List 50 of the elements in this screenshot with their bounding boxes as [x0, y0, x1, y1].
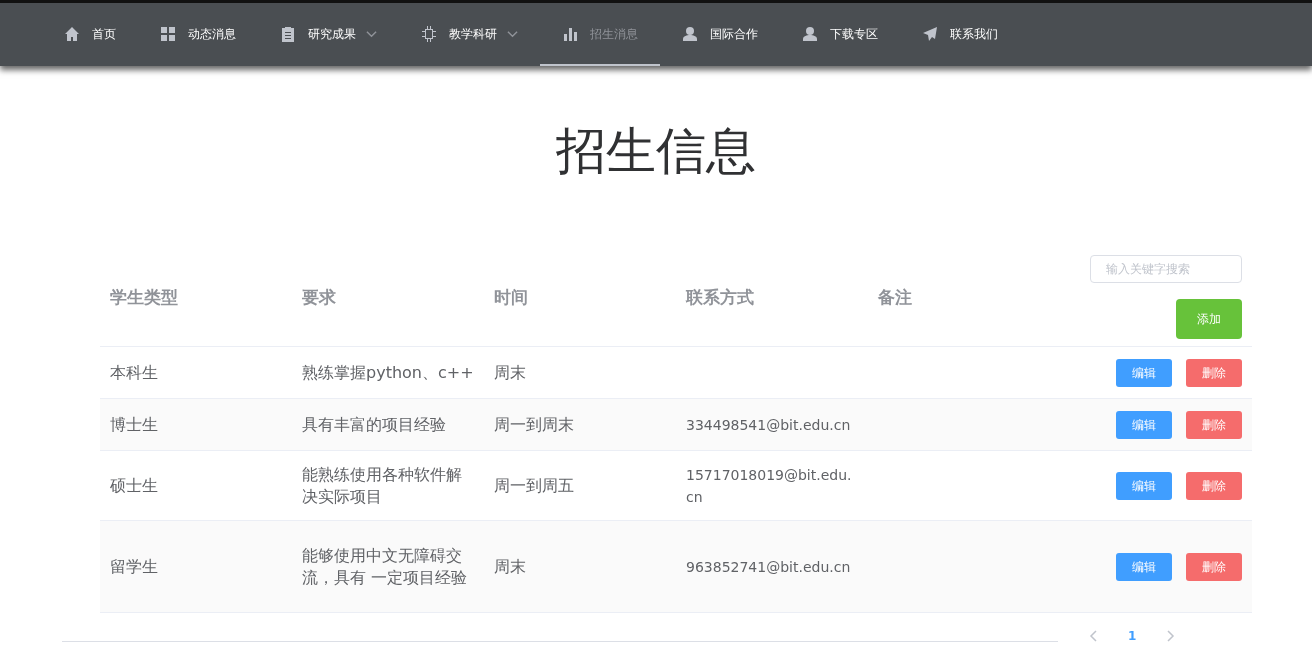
nav-item[interactable]: 教学科研: [399, 3, 540, 66]
edit-button[interactable]: 编辑: [1116, 410, 1172, 439]
nav-item[interactable]: 下载专区: [780, 3, 900, 66]
next-page-icon[interactable]: [1164, 630, 1177, 642]
table-cell: 963852741@bit.edu.cn: [686, 558, 851, 575]
nav-item[interactable]: 动态消息: [138, 3, 258, 66]
delete-button[interactable]: 删除: [1186, 552, 1242, 581]
edit-button[interactable]: 编辑: [1116, 471, 1172, 500]
nav-item[interactable]: 首页: [42, 3, 138, 66]
nav-item[interactable]: 国际合作: [660, 3, 780, 66]
user-icon: [802, 25, 818, 42]
clipboard-icon: [280, 25, 296, 42]
table-cell: 能够使用中文无障碍交流，具有 一定项目经验: [302, 545, 468, 587]
delete-button[interactable]: 删除: [1186, 410, 1242, 439]
add-button[interactable]: 添加: [1176, 298, 1242, 339]
table-cell: 周一到周末: [494, 414, 574, 434]
table-cell: 博士生: [110, 414, 158, 434]
home-icon: [64, 25, 80, 42]
user-icon: [682, 25, 698, 42]
column-header: 学生类型: [109, 285, 179, 308]
edit-button[interactable]: 编辑: [1116, 358, 1172, 387]
column-header: 备注: [877, 285, 913, 308]
table-cell: 留学生: [110, 556, 158, 576]
grid-icon: [160, 25, 176, 42]
nav-item[interactable]: 招生消息: [540, 3, 660, 66]
column-header: 联系方式: [684, 285, 755, 308]
paper-plane-icon: [922, 25, 938, 42]
table-cell: 334498541@bit.edu.cn: [686, 416, 851, 433]
table-cell: 熟练掌握python、c++: [302, 362, 474, 382]
table-cell: 具有丰富的项目经验: [302, 414, 446, 434]
edit-button[interactable]: 编辑: [1116, 552, 1172, 581]
page-title: 招生信息: [555, 121, 757, 182]
search-field[interactable]: 输入关键字搜索: [1090, 254, 1242, 283]
chip-icon: [421, 25, 437, 42]
table-cell: 硕士生: [110, 475, 158, 495]
delete-button[interactable]: 删除: [1186, 471, 1242, 500]
table-cell: 周末: [494, 556, 526, 576]
delete-button[interactable]: 删除: [1186, 358, 1242, 387]
page-number[interactable]: 1: [1124, 627, 1141, 645]
table-cell: 15717018019@bit.edu.cn: [686, 466, 852, 505]
table-cell: 本科生: [110, 362, 158, 382]
nav-item[interactable]: 联系我们: [900, 3, 1020, 66]
nav-item[interactable]: 研究成果: [258, 3, 399, 66]
previous-page-icon[interactable]: [1088, 630, 1100, 642]
table-cell: 能熟练使用各种软件解决实际项目: [302, 464, 462, 506]
bar-chart-icon: [562, 25, 578, 42]
table-cell: 周一到周五: [494, 475, 574, 495]
table-cell: 周末: [494, 362, 526, 382]
column-header: 要求: [301, 285, 337, 308]
column-header: 时间: [493, 285, 529, 308]
